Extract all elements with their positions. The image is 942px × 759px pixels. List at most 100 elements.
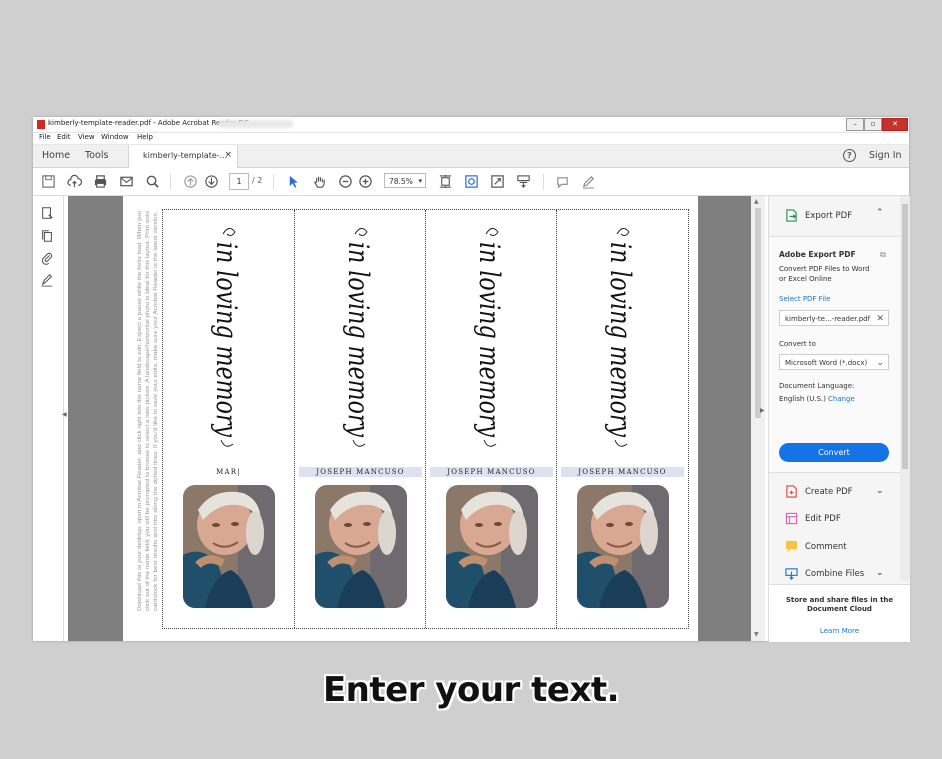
search-icon[interactable] [145,174,160,189]
upload-icon[interactable] [67,174,82,189]
page-up-icon[interactable] [183,174,198,189]
comment-tool-icon [785,540,798,553]
zoom-out-icon[interactable] [338,174,353,189]
page-number-input[interactable]: 1 [229,173,249,190]
menu-help[interactable]: Help [137,133,153,141]
tool-comment[interactable]: Comment [769,534,901,560]
page-thumbnails-icon[interactable] [40,206,54,220]
tab-document[interactable]: kimberly-template-... × [128,145,238,168]
panel-scrollbar-thumb[interactable] [902,204,908,469]
chevron-down-icon: ⌄ [876,358,884,368]
read-mode-icon[interactable] [516,174,531,189]
print-icon[interactable] [93,174,108,189]
chevron-up-icon[interactable]: ⌃ [876,208,884,218]
menu-bar: File Edit View Window Help [33,133,909,145]
pdf-file-icon [37,120,45,129]
svg-text:in loving memory: in loving memory [604,242,637,438]
format-select[interactable]: Microsoft Word (*.docx) ⌄ [779,354,889,370]
instructions-text: Download this to your desktop, open in A… [137,210,159,611]
format-value: Microsoft Word (*.docx) [785,359,868,367]
page-total: / 2 [252,176,263,185]
menu-window[interactable]: Window [101,133,129,141]
chevron-down-icon[interactable]: ⌄ [876,486,884,496]
menu-file[interactable]: File [39,133,51,141]
scan-icon[interactable] [464,174,479,189]
maximize-button[interactable]: ▫ [864,118,882,131]
zoom-level-value: 78.5% [389,177,413,186]
panel-scrollbar[interactable] [900,196,910,581]
selected-file-name: kimberly-te...-reader.pdf [785,315,871,323]
selected-file-field[interactable]: kimberly-te...-reader.pdf ✕ [779,310,889,326]
learn-more-link[interactable]: Learn More [769,627,910,635]
pdf-page: Download this to your desktop, open in A… [123,196,698,641]
name-field[interactable]: MAR| [167,467,290,477]
convert-to-label: Convert to [779,340,816,348]
tab-document-label: kimberly-template-... [143,151,228,160]
svg-text:cardstock for best results and: cardstock for best results and trim alon… [153,210,159,611]
edit-pdf-label: Edit PDF [805,514,841,524]
photo-field[interactable] [577,485,669,608]
minimize-button[interactable]: – [846,118,864,131]
tab-tools[interactable]: Tools [85,150,108,161]
chevron-down-icon: ▾ [418,177,422,185]
copy-pages-icon[interactable] [40,229,54,243]
sign-in-link[interactable]: Sign In [869,150,902,161]
zoom-level-select[interactable]: 78.5% ▾ [384,173,426,188]
combine-files-label: Combine Files [805,569,865,579]
combine-files-icon [785,568,798,580]
scroll-up-icon[interactable]: ▲ [754,198,759,205]
collapse-panel-icon[interactable]: ▶ [760,407,765,414]
help-icon[interactable]: ? [843,149,856,162]
signature-icon[interactable] [40,273,54,287]
comment-icon[interactable] [555,174,570,189]
document-scrollbar[interactable]: ▲ ▼ [751,196,765,641]
mail-icon[interactable] [119,174,134,189]
clear-file-icon[interactable]: ✕ [876,311,884,327]
tool-create-pdf[interactable]: Create PDF ⌄ [769,479,901,505]
document-view[interactable]: Download this to your desktop, open in A… [68,196,751,641]
svg-text:Download this to your desktop,: Download this to your desktop, open in A… [137,211,143,611]
change-language-link[interactable]: Change [828,395,855,403]
tool-edit-pdf[interactable]: Edit PDF [769,506,901,532]
language-value: English (U.S.) [779,395,826,403]
name-field[interactable]: JOSEPH MANCUSO [430,467,553,477]
bookmark-card: in loving memory JOSEPH MANCUSO [294,210,426,628]
zoom-in-icon[interactable] [358,174,373,189]
svg-text:in loving memory: in loving memory [473,242,506,438]
export-pdf-header[interactable]: Export PDF ⌃ [769,196,901,236]
close-window-button[interactable]: ✕ [882,118,908,131]
attachment-icon[interactable] [40,251,54,265]
photo-field[interactable] [446,485,538,608]
scroll-down-icon[interactable]: ▼ [754,631,759,638]
fit-page-icon[interactable] [438,174,453,189]
tab-close-icon[interactable]: × [224,150,232,160]
menu-edit[interactable]: Edit [57,133,71,141]
save-icon[interactable] [41,174,56,189]
script-memory-text: in loving memory [342,228,375,447]
scrollbar-thumb[interactable] [755,208,761,418]
convert-button[interactable]: Convert [779,443,889,462]
script-memory-text: in loving memory [604,228,637,447]
copy-link-icon[interactable]: ⧉ [880,250,886,260]
photo-field[interactable] [315,485,407,608]
select-cursor-icon[interactable] [286,174,301,189]
select-pdf-file-label: Select PDF File [779,295,831,303]
name-field[interactable]: JOSEPH MANCUSO [561,467,684,477]
name-field[interactable]: JOSEPH MANCUSO [299,467,422,477]
bookmark-card: in loving memory JOSEPH MANCUSO [556,210,688,628]
description-line-2: or Excel Online [779,275,832,283]
tab-home[interactable]: Home [42,150,70,161]
pen-icon[interactable] [581,174,596,189]
adobe-export-pdf-box: Adobe Export PDF ⧉ Convert PDF Files to … [769,236,901,473]
photo-field[interactable] [183,485,275,608]
chevron-down-icon[interactable]: ⌄ [876,568,884,578]
caption-text: Enter your text. [322,670,620,710]
page-down-icon[interactable] [204,174,219,189]
full-screen-icon[interactable] [490,174,505,189]
hand-icon[interactable] [312,174,327,189]
script-memory-text: in loving memory [210,228,243,447]
expand-arrow-icon[interactable]: ◀ [62,411,67,418]
document-cloud-text: Store and share files in the Document Clo… [785,596,894,613]
menu-view[interactable]: View [78,133,95,141]
adobe-export-pdf-title: Adobe Export PDF [779,250,856,259]
